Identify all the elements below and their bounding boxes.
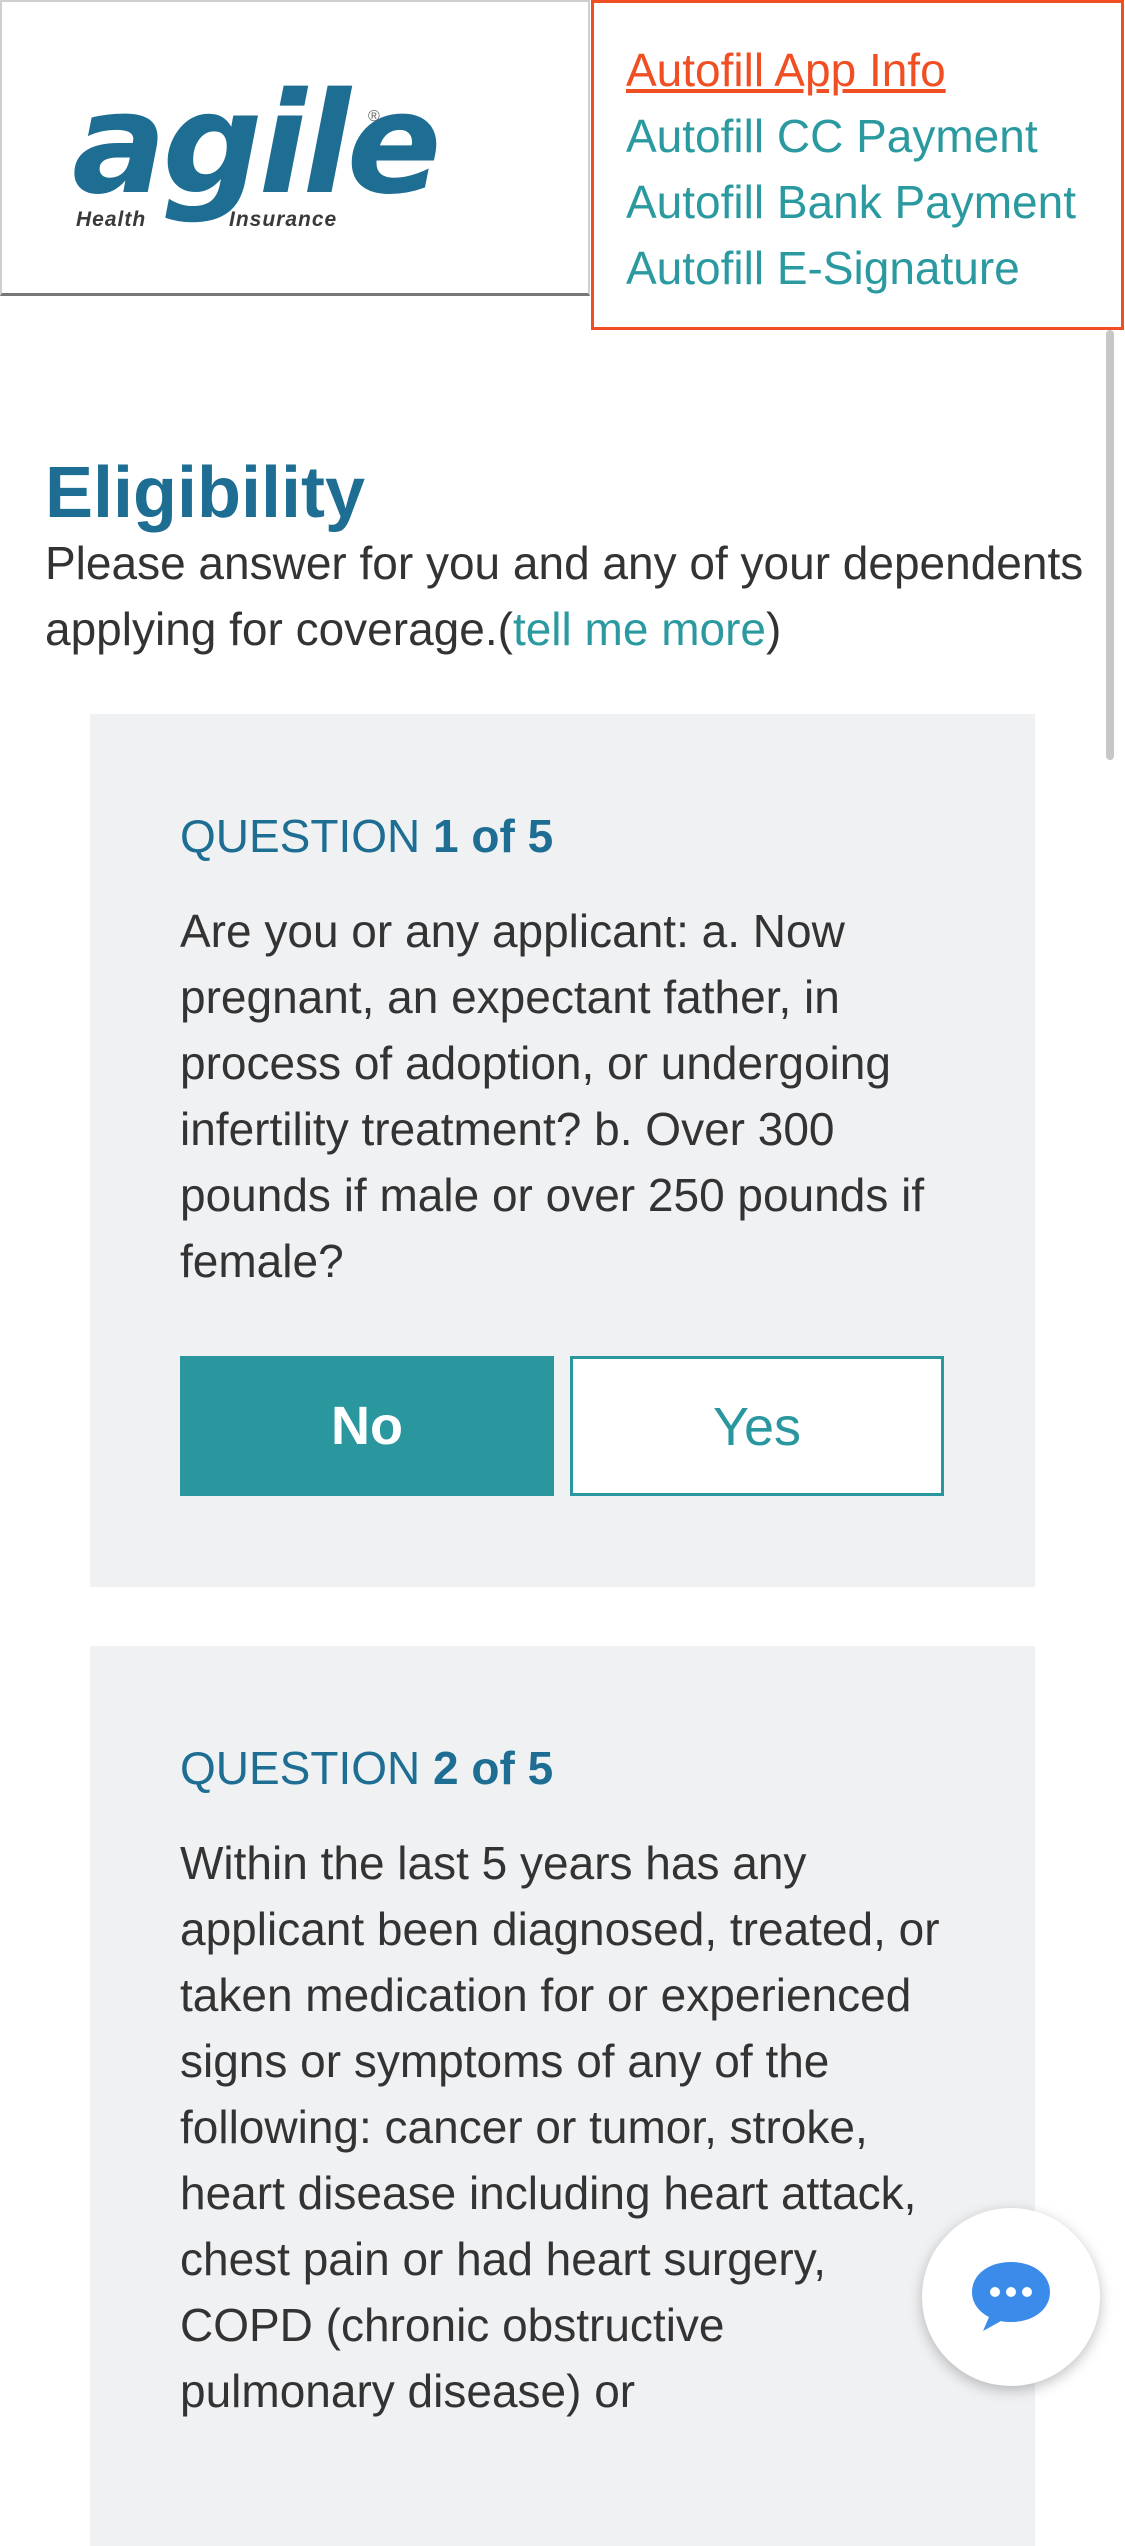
question-text: Within the last 5 years has any applican… — [180, 1837, 940, 2417]
question-label: QUESTION 1 of 5 — [180, 806, 553, 866]
logo-registered-mark: ® — [368, 108, 380, 125]
question-prefix: QUESTION — [180, 1742, 434, 1794]
question-card-2: QUESTION 2 of 5 Within the last 5 years … — [90, 1646, 1035, 2546]
intro-text: Please answer for you and any of your de… — [45, 530, 1105, 662]
question-label: QUESTION 2 of 5 — [180, 1738, 553, 1798]
page-title: Eligibility — [45, 453, 366, 533]
logo-tagline-insurance: Insurance — [229, 208, 338, 231]
logo-wordmark: agile — [72, 63, 442, 226]
chat-button[interactable] — [922, 2208, 1100, 2386]
autofill-e-signature-link[interactable]: Autofill E-Signature — [626, 235, 1121, 301]
header: agile ® Health Insurance — [0, 0, 590, 296]
question-text: Are you or any applicant: a. Now pregnan… — [180, 905, 925, 1287]
scrollbar[interactable] — [1106, 330, 1114, 760]
answer-no-button[interactable]: No — [180, 1356, 554, 1496]
autofill-app-info-link[interactable]: Autofill App Info — [626, 37, 1121, 103]
tell-me-more-link[interactable]: tell me more — [513, 603, 766, 655]
autofill-bank-payment-link[interactable]: Autofill Bank Payment — [626, 169, 1121, 235]
intro-close-paren: ) — [766, 603, 782, 655]
chat-bubble-icon — [972, 2262, 1050, 2331]
question-prefix: QUESTION — [180, 810, 434, 862]
answer-yes-button[interactable]: Yes — [570, 1356, 944, 1496]
logo-tagline-health: Health — [76, 208, 147, 231]
agile-logo[interactable]: agile ® Health Insurance — [72, 70, 442, 240]
question-card-1: QUESTION 1 of 5 Are you or any applicant… — [90, 714, 1035, 1587]
autofill-panel: Autofill App Info Autofill CC Payment Au… — [591, 0, 1124, 330]
autofill-cc-payment-link[interactable]: Autofill CC Payment — [626, 103, 1121, 169]
question-number: 2 of 5 — [433, 1742, 554, 1794]
question-number: 1 of 5 — [433, 810, 554, 862]
